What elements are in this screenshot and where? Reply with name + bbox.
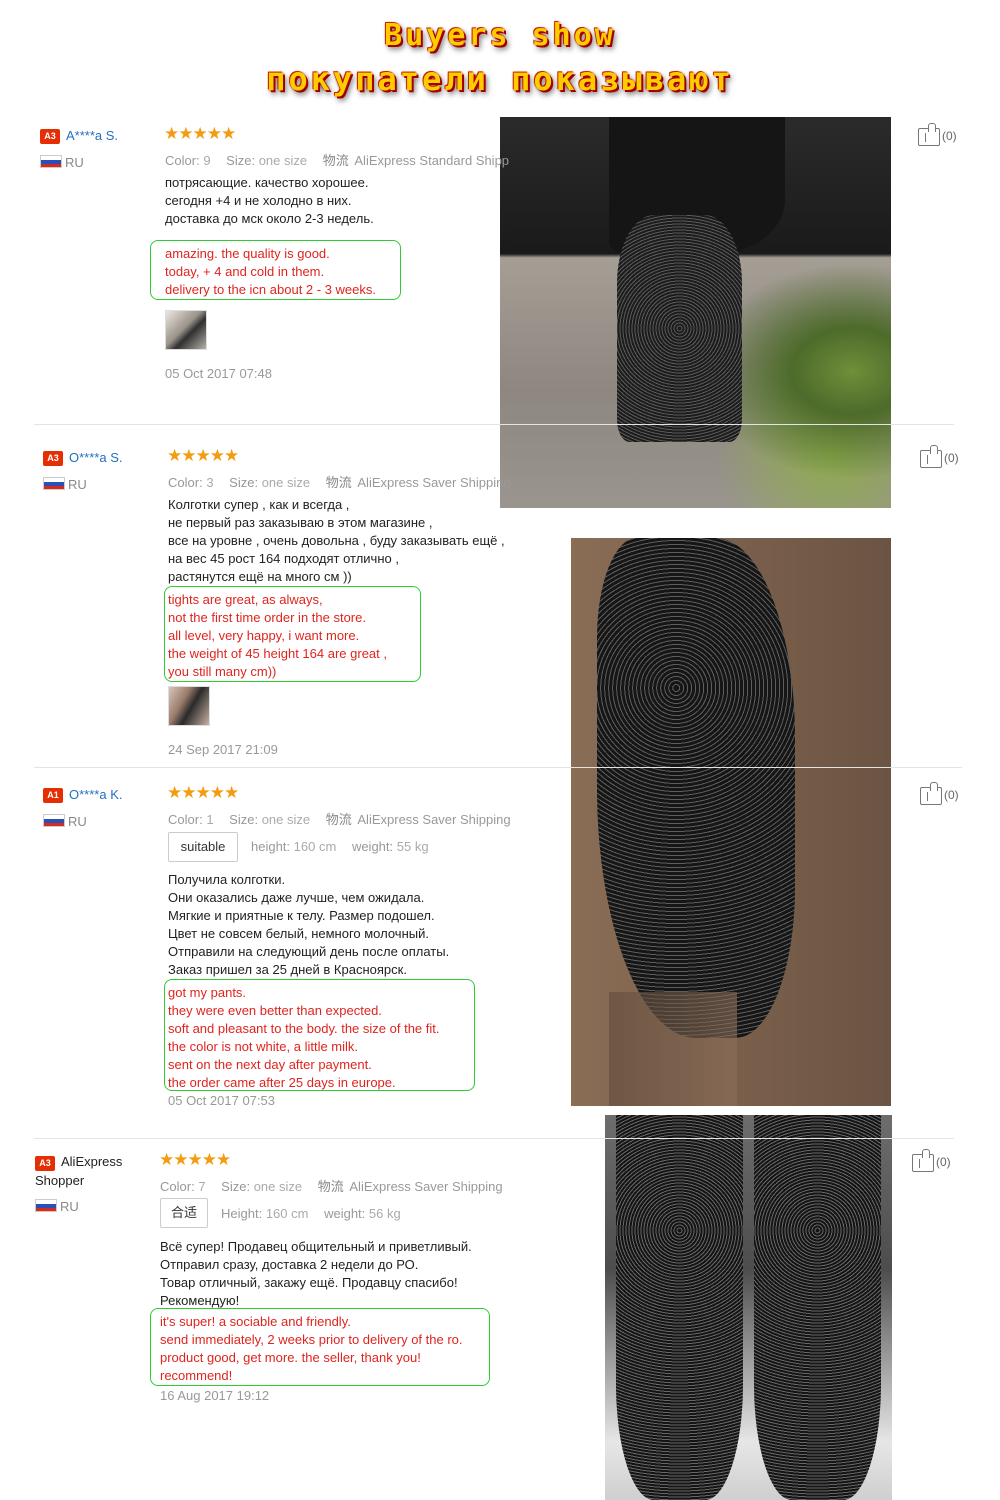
translation-box: got my pants. they were even better than… (164, 979, 475, 1091)
shipping-icon: 物流 (325, 812, 352, 827)
review-text: Всё супер! Продавец общительный и привет… (160, 1239, 472, 1308)
fit-tag: 合适 (160, 1198, 208, 1228)
buyer-level-badge: A3 (40, 129, 60, 144)
shipping-icon: 物流 (322, 153, 349, 168)
reviewer-name[interactable]: AliExpress Shopper (35, 1152, 135, 1190)
review-divider (34, 424, 954, 425)
review-photo-2[interactable] (571, 538, 891, 1106)
reviewer-name[interactable]: O****a S. (69, 450, 122, 465)
rating-stars: ★★★★★ (164, 124, 236, 143)
rating-stars: ★★★★★ (167, 446, 239, 465)
size-value: one size (253, 1179, 303, 1194)
buyer-level-badge: A3 (43, 451, 63, 466)
thumbs-up-icon (912, 1149, 934, 1172)
shipping-method: AliExpress Saver Shipping (357, 475, 511, 490)
shipping-method: AliExpress Standard Shipp (354, 153, 510, 168)
shipping-icon: 物流 (317, 1179, 344, 1194)
thumbs-up-icon (920, 445, 942, 468)
reviewer-country: RU (68, 477, 87, 492)
reviewer-country: RU (68, 814, 87, 829)
review-text: Получила колготки. Они оказались даже лу… (168, 872, 450, 977)
review-date: 05 Oct 2017 07:53 (168, 1093, 275, 1108)
color-value: 3 (206, 475, 214, 490)
review-meta: Color: 9 Size: one size 物流 AliExpress St… (165, 153, 510, 168)
like-button[interactable]: (0) (912, 1149, 951, 1172)
reviewer-name[interactable]: O****a K. (69, 787, 122, 802)
reviewer-country: RU (65, 155, 84, 170)
size-value: one size (258, 153, 308, 168)
review-meta: Color: 7 Size: one size 物流 AliExpress Sa… (160, 1179, 503, 1194)
buyer-level-badge: A1 (43, 788, 63, 803)
like-button[interactable]: (0) (920, 782, 959, 805)
russia-flag-icon (43, 814, 65, 827)
fit-tag: suitable (168, 832, 238, 862)
translation-box: amazing. the quality is good. today, + 4… (150, 240, 401, 300)
like-button[interactable]: (0) (918, 123, 957, 146)
translation-box: tights are great, as always, not the fir… (164, 586, 421, 682)
body-measurements: height: 160 cm weight: 55 kg (251, 839, 429, 854)
size-value: one size (261, 812, 311, 827)
shipping-icon: 物流 (325, 475, 352, 490)
russia-flag-icon (35, 1199, 57, 1212)
review-photo-1[interactable] (500, 117, 891, 508)
reviewer-name[interactable]: A****a S. (66, 128, 118, 143)
shipping-method: AliExpress Saver Shipping (357, 812, 511, 827)
rating-stars: ★★★★★ (159, 1150, 231, 1169)
shipping-method: AliExpress Saver Shipping (349, 1179, 503, 1194)
review-meta: Color: 1 Size: one size 物流 AliExpress Sa… (168, 812, 511, 827)
like-button[interactable]: (0) (920, 445, 959, 468)
review-divider (34, 1138, 954, 1139)
color-value: 1 (206, 812, 214, 827)
banner-title-ru: покупатели показывают (266, 60, 734, 98)
russia-flag-icon (43, 477, 65, 490)
review-date: 24 Sep 2017 21:09 (168, 742, 278, 757)
russia-flag-icon (40, 155, 62, 168)
weight-value: 56 kg (368, 1206, 401, 1221)
rating-stars: ★★★★★ (167, 783, 239, 802)
height-value: 160 cm (293, 839, 337, 854)
review-thumbnail[interactable] (168, 686, 210, 726)
review-photo-3[interactable] (605, 1115, 892, 1500)
banner-title-en: Buyers show (384, 18, 616, 53)
review-thumbnail[interactable] (165, 310, 207, 350)
review-divider (34, 767, 962, 768)
review-text: Колготки супер , как и всегда , не первы… (168, 497, 505, 584)
review-text: потрясающие. качество хорошее. сегодня +… (165, 175, 374, 226)
color-value: 9 (203, 153, 211, 168)
translation-box: it's super! a sociable and friendly. sen… (150, 1308, 490, 1386)
review-meta: Color: 3 Size: one size 物流 AliExpress Sa… (168, 475, 511, 490)
thumbs-up-icon (918, 123, 940, 146)
height-value: 160 cm (265, 1206, 309, 1221)
body-measurements: Height: 160 cm weight: 56 kg (221, 1206, 401, 1221)
reviewer-country: RU (60, 1199, 79, 1214)
review-date: 16 Aug 2017 19:12 (160, 1388, 270, 1403)
color-value: 7 (198, 1179, 206, 1194)
weight-value: 55 kg (396, 839, 429, 854)
review-date: 05 Oct 2017 07:48 (165, 366, 272, 381)
thumbs-up-icon (920, 782, 942, 805)
size-value: one size (261, 475, 311, 490)
